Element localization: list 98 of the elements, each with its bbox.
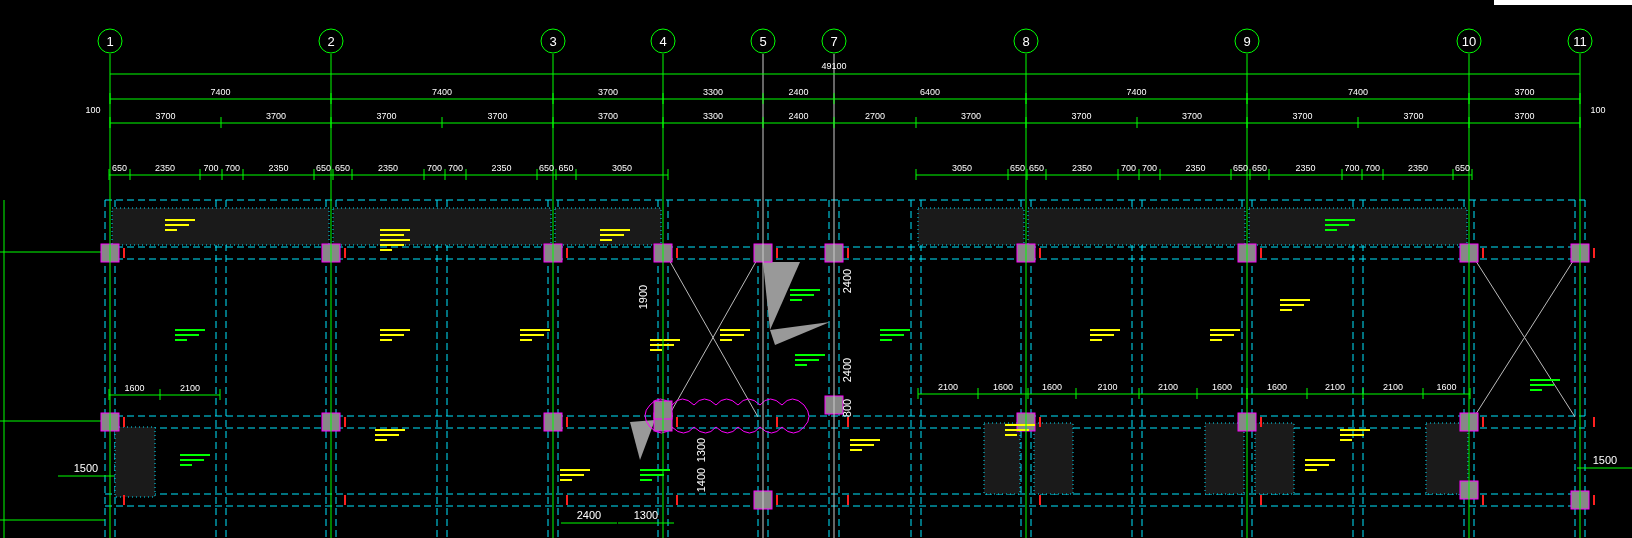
- dimension-label: 1500: [73, 462, 99, 474]
- dimension-label: 2350: [1295, 163, 1316, 173]
- dimension-label: 2400: [841, 268, 853, 294]
- dimension-label: 700: [225, 163, 240, 173]
- axis-bubble: [97, 28, 123, 54]
- dimension-label: 3700: [1514, 87, 1535, 97]
- dimension-label: 3300: [703, 87, 723, 97]
- dimension-label: 7400: [432, 87, 452, 97]
- axis-label: 5: [759, 34, 767, 49]
- dimension-label: 2100: [938, 382, 958, 392]
- dimension-label: 2700: [865, 111, 885, 121]
- axis-bubble: [750, 28, 776, 54]
- dimension-label: 650: [335, 163, 350, 173]
- dimension-label: 3700: [376, 111, 397, 121]
- axis-label: 4: [659, 34, 667, 49]
- dimension-label: 2100: [1097, 382, 1118, 392]
- dimension-label: 2350: [1185, 163, 1206, 173]
- dimension-line: [1576, 467, 1632, 469]
- dimension-label: 1600: [124, 383, 145, 393]
- axis-bubble: [1013, 28, 1039, 54]
- dimension-label: 650: [1455, 163, 1470, 173]
- dimension-label: 650: [1010, 163, 1025, 173]
- dimension-label: 650: [112, 163, 127, 173]
- dimension-label: 2350: [155, 163, 175, 173]
- dimension-label: 700: [1344, 163, 1360, 173]
- axis-bubble: [1234, 28, 1260, 54]
- axis-bubble: [821, 28, 847, 54]
- dimension-label: 1300: [633, 509, 659, 521]
- dimension-label: 700: [427, 163, 442, 173]
- dimension-label: 2350: [1072, 163, 1092, 173]
- dimension-label: 6400: [920, 87, 940, 97]
- axis-bubble: [1456, 28, 1482, 54]
- axis-label: 11: [1573, 34, 1587, 49]
- dimension-label: 3700: [1292, 111, 1313, 121]
- axis-label: 3: [549, 34, 557, 49]
- dimension-label: 7400: [1348, 87, 1368, 97]
- dimension-label: 3050: [612, 163, 632, 173]
- dimension-label: 1600: [993, 382, 1013, 392]
- dimension-label: 3700: [155, 111, 176, 121]
- dimension-label: 2100: [1158, 382, 1178, 392]
- dimension-label: 1600: [1436, 382, 1457, 392]
- dimension-label: 3700: [961, 111, 981, 121]
- dimension-line: [57, 475, 115, 477]
- dimension-label: 100: [1590, 105, 1606, 115]
- dimension-label: 1600: [1212, 382, 1232, 392]
- dimension-label: 800: [841, 398, 853, 418]
- dimension-label: 100: [85, 105, 101, 115]
- dimension-label: 7400: [1126, 87, 1147, 97]
- dimension-label: 3700: [1514, 111, 1535, 121]
- dimension-label: 2350: [268, 163, 289, 173]
- dimension-label: 650: [1233, 163, 1248, 173]
- dimension-label: 2100: [1383, 382, 1403, 392]
- dimension-label: 700: [1365, 163, 1380, 173]
- axis-bubble: [540, 28, 566, 54]
- axis-label: 7: [830, 34, 838, 49]
- dimension-label: 3700: [598, 111, 618, 121]
- dimension-label: 2400: [841, 357, 853, 383]
- dimension-label: 3300: [703, 111, 723, 121]
- dimension-label: 700: [448, 163, 463, 173]
- axis-label: 9: [1243, 34, 1251, 49]
- dimension-label: 2100: [180, 383, 200, 393]
- dimension-label: 3700: [1182, 111, 1202, 121]
- dimension-label: 2400: [788, 111, 809, 121]
- axis-bubble: [650, 28, 676, 54]
- dimension-label: 700: [1142, 163, 1157, 173]
- dimension-label: 650: [1029, 163, 1044, 173]
- dimension-label: 1500: [1592, 454, 1618, 466]
- dimension-label: 650: [539, 163, 554, 173]
- dimension-label: 2350: [378, 163, 398, 173]
- dimension-label: 3700: [1403, 111, 1424, 121]
- dimension-label: 3700: [266, 111, 286, 121]
- dimension-label: 7400: [210, 87, 231, 97]
- dimension-label: 3700: [598, 87, 618, 97]
- dimension-label: 650: [558, 163, 574, 173]
- dimension-label: 3700: [487, 111, 508, 121]
- dimension-label: 1300: [695, 437, 707, 463]
- dimension-label: 700: [203, 163, 219, 173]
- dimension-label: 2100: [1325, 382, 1345, 392]
- dimension-label: 1600: [1042, 382, 1062, 392]
- dimension-label: 700: [1121, 163, 1136, 173]
- dimension-label: 2350: [1408, 163, 1428, 173]
- axis-label: 10: [1461, 34, 1477, 49]
- dimension-label: 3700: [1071, 111, 1092, 121]
- dimension-label: 1400: [695, 467, 707, 493]
- dimension-label: 3050: [952, 163, 972, 173]
- dimension-label: 2350: [491, 163, 512, 173]
- dimension-label: 49100: [821, 61, 847, 71]
- axis-label: 2: [327, 34, 335, 49]
- axis-label: 8: [1022, 34, 1030, 49]
- dimension-label: 1900: [637, 284, 649, 310]
- dimension-label: 2400: [788, 87, 809, 97]
- dimension-label: 650: [1252, 163, 1267, 173]
- axis-label: 1: [106, 34, 114, 49]
- dimension-label: 1600: [1267, 382, 1287, 392]
- dimension-label: 2400: [576, 509, 602, 521]
- axis-bubble: [318, 28, 344, 54]
- dimension-label: 650: [316, 163, 331, 173]
- axis-bubble: [1567, 28, 1593, 54]
